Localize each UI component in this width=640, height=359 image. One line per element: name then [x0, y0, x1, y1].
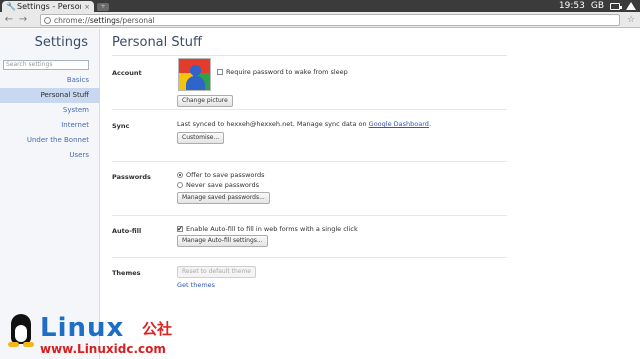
- require-password-row: Require password to wake from sleep: [217, 67, 348, 77]
- sidebar-item-users[interactable]: Users: [0, 148, 100, 163]
- watermark-url: www.Linuxidc.com: [40, 342, 166, 356]
- themes-label: Themes: [112, 269, 141, 277]
- manage-autofill-button[interactable]: Manage Auto-fill settings...: [177, 235, 268, 247]
- search-settings-input[interactable]: Search settings: [3, 60, 89, 70]
- change-picture-button[interactable]: Change picture: [177, 95, 233, 107]
- customise-button[interactable]: Customise...: [177, 132, 225, 144]
- autofill-label: Auto-fill: [112, 227, 142, 235]
- battery-icon[interactable]: [610, 2, 622, 10]
- title-bar: 🔧 Settings - Personal × + 19:53 GB: [0, 0, 640, 12]
- sidebar-item-personal-stuff[interactable]: Personal Stuff: [0, 88, 100, 103]
- themes-section: Themes Reset to default theme Get themes: [112, 258, 507, 298]
- manage-passwords-button[interactable]: Manage saved passwords...: [177, 192, 270, 204]
- sync-status: Last synced to hexxeh@hexxeh.net. Manage…: [177, 120, 432, 128]
- never-save-radio[interactable]: [177, 182, 183, 188]
- google-dashboard-link[interactable]: Google Dashboard: [369, 120, 429, 128]
- require-password-label: Require password to wake from sleep: [226, 68, 348, 76]
- sidebar-heading: Settings: [34, 35, 88, 50]
- user-picture: [178, 58, 211, 91]
- tux-penguin-icon: [8, 314, 34, 352]
- sidebar-item-system[interactable]: System: [0, 103, 100, 118]
- sidebar-item-internet[interactable]: Internet: [0, 118, 100, 133]
- offer-save-radio[interactable]: [177, 172, 183, 178]
- network-icon[interactable]: [626, 2, 636, 10]
- sync-label: Sync: [112, 122, 130, 130]
- offer-save-label: Offer to save passwords: [186, 171, 265, 179]
- account-label: Account: [112, 69, 142, 77]
- account-section: Account Require password to wake from sl…: [112, 56, 507, 110]
- forward-button[interactable]: →: [18, 15, 28, 25]
- watermark-brand-cn: 公社: [142, 320, 173, 338]
- clock[interactable]: 19:53: [559, 1, 585, 11]
- browser-toolbar: ← → chrome://settings/personal ☆: [0, 12, 640, 28]
- tab-close-icon[interactable]: ×: [84, 3, 90, 11]
- tab-title: Settings - Personal: [17, 2, 81, 11]
- get-themes-link[interactable]: Get themes: [177, 280, 215, 290]
- autofill-enable-checkbox[interactable]: [177, 224, 183, 234]
- settings-main: Personal Stuff Account Require password …: [112, 29, 507, 298]
- wrench-icon: 🔧: [6, 1, 16, 11]
- url-text: chrome://settings/personal: [54, 15, 155, 25]
- offer-save-row: Offer to save passwords: [177, 170, 270, 180]
- autofill-enable-row: Enable Auto-fill to fill in web forms wi…: [177, 224, 358, 234]
- autofill-section: Auto-fill Enable Auto-fill to fill in we…: [112, 216, 507, 258]
- tab-settings[interactable]: 🔧 Settings - Personal ×: [2, 1, 94, 12]
- back-button[interactable]: ←: [4, 15, 14, 25]
- system-tray: 19:53 GB: [559, 0, 636, 12]
- autofill-enable-label: Enable Auto-fill to fill in web forms wi…: [186, 225, 358, 233]
- reset-theme-button[interactable]: Reset to default theme: [177, 266, 256, 278]
- language-indicator[interactable]: GB: [591, 1, 604, 11]
- watermark-brand: Linux: [40, 313, 125, 343]
- sidebar-item-basics[interactable]: Basics: [0, 73, 100, 88]
- page-title: Personal Stuff: [112, 35, 202, 50]
- new-tab-button[interactable]: +: [97, 3, 109, 11]
- sidebar-item-under-the-bonnet[interactable]: Under the Bonnet: [0, 133, 100, 148]
- passwords-label: Passwords: [112, 173, 151, 181]
- page-icon: [44, 16, 51, 24]
- sidebar-nav: Basics Personal Stuff System Internet Un…: [0, 73, 100, 163]
- bookmark-star-icon[interactable]: ☆: [627, 15, 635, 25]
- never-save-row: Never save passwords: [177, 180, 270, 190]
- never-save-label: Never save passwords: [186, 181, 259, 189]
- sync-section: Sync Last synced to hexxeh@hexxeh.net. M…: [112, 110, 507, 162]
- omnibox[interactable]: chrome://settings/personal: [40, 14, 620, 26]
- require-password-checkbox[interactable]: [217, 69, 223, 75]
- passwords-section: Passwords Offer to save passwords Never …: [112, 162, 507, 216]
- linuxidc-watermark: Linux 公社 www.Linuxidc.com: [0, 310, 200, 359]
